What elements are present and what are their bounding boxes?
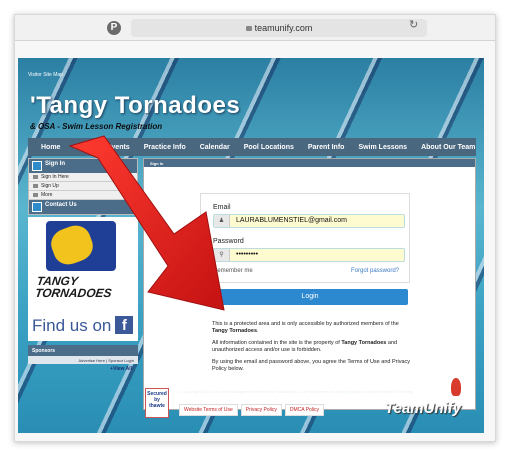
info-protected: This is a protected area and is only acc… xyxy=(212,321,399,334)
info-terms: By using the email and password above, y… xyxy=(212,359,411,372)
sidebar-item-more[interactable]: More xyxy=(29,191,137,200)
pinterest-icon[interactable]: P xyxy=(107,21,121,35)
contact-head[interactable]: Contact Us xyxy=(29,200,137,214)
top-links[interactable]: Visitor Site Map xyxy=(28,72,63,78)
team-logo: TANGY TORNADOES xyxy=(28,217,138,311)
sidebar-item-signin[interactable]: Sign In Here xyxy=(29,173,137,182)
user-icon: ♟ xyxy=(214,215,230,227)
signin-head: Sign In xyxy=(29,159,137,173)
brand-unify: Unify xyxy=(423,400,462,417)
panel-head: Sign In xyxy=(144,159,475,167)
footer-links: Website Terms of Use Privacy Policy DMCA… xyxy=(179,404,325,416)
reload-icon[interactable]: ↻ xyxy=(409,18,418,31)
info-text: This is a protected area and is only acc… xyxy=(212,321,412,378)
footer: Secured by thawte © Copyright 2018, Swim… xyxy=(143,378,476,426)
browser-toolbar: P teamunify.com ↻ xyxy=(15,15,495,41)
info-property: All information contained in the site is… xyxy=(212,340,412,354)
lock-icon xyxy=(245,26,252,31)
info-1a: This is a protected area and is only acc… xyxy=(212,321,399,327)
privacy-link[interactable]: Privacy Policy xyxy=(240,404,282,416)
email-field[interactable]: ♟ LAURABLUMENSTIEL@gmail.com xyxy=(213,214,405,228)
nav-pool-locations[interactable]: Pool Locations xyxy=(237,144,301,151)
remember-me-checkbox[interactable]: Remember me xyxy=(213,268,253,274)
info-1b: Tangy Tornadoes xyxy=(212,328,258,334)
sidebar-item-signup[interactable]: Sign Up xyxy=(29,182,137,191)
dmca-link[interactable]: DMCA Policy xyxy=(284,404,325,416)
contact-icon xyxy=(32,202,42,212)
password-field[interactable]: ⚲ ••••••••• xyxy=(213,248,405,262)
nav-swim-lessons[interactable]: Swim Lessons xyxy=(351,144,414,151)
terms-link[interactable]: Website Terms of Use xyxy=(179,404,238,416)
site-title: 'Tangy Tornadoes xyxy=(30,92,241,119)
copyright-text: © Copyright 2018, Swim Team Management P… xyxy=(179,390,415,394)
findus-text: Find us on xyxy=(32,316,112,335)
main-nav: Home News Events Practice Info Calendar … xyxy=(28,138,476,156)
teamunify-logo[interactable]: TeamUnify xyxy=(385,400,461,417)
signin-box: Sign In Sign In Here Sign Up More Contac… xyxy=(28,158,138,215)
signin-icon xyxy=(32,161,42,171)
key-icon: ⚲ xyxy=(214,249,230,261)
url-text: teamunify.com xyxy=(254,23,313,33)
address-bar[interactable]: teamunify.com xyxy=(131,19,427,37)
nav-calendar[interactable]: Calendar xyxy=(193,144,237,151)
info-2b: Tangy Tornadoes xyxy=(341,340,387,346)
logo-text: TANGY TORNADOES xyxy=(34,274,113,300)
sponsors-head: Sponsors xyxy=(28,345,138,356)
email-label: Email xyxy=(213,204,231,211)
email-value: LAURABLUMENSTIEL@gmail.com xyxy=(236,217,347,224)
nav-about[interactable]: About Our Team xyxy=(414,144,482,151)
site-subtitle: & OSA - Swim Lesson Registration xyxy=(30,122,163,131)
nav-home[interactable]: Home xyxy=(34,144,67,151)
info-2a: All information contained in the site is… xyxy=(212,340,342,346)
nav-events[interactable]: Events xyxy=(100,144,137,151)
sponsors-links[interactable]: Advertise Here | Sponsor Login xyxy=(28,356,138,364)
website: Visitor Site Map 'Tangy Tornadoes & OSA … xyxy=(18,58,484,433)
login-form: Email ♟ LAURABLUMENSTIEL@gmail.com Passwo… xyxy=(200,193,410,283)
flame-icon xyxy=(451,378,461,396)
forgot-password-link[interactable]: Forgot password? xyxy=(351,268,399,274)
sidebar: Sign In Sign In Here Sign Up More Contac… xyxy=(28,158,138,386)
contact-head-label: Contact Us xyxy=(45,202,77,208)
signin-head-label: Sign In xyxy=(45,161,65,167)
password-label: Password xyxy=(213,238,244,245)
password-value: ••••••••• xyxy=(236,251,259,258)
brand-team: Team xyxy=(385,400,424,417)
facebook-banner[interactable]: Find us on f xyxy=(28,311,138,341)
secured-badge[interactable]: Secured by thawte xyxy=(145,388,169,418)
nav-news[interactable]: News xyxy=(67,144,99,151)
signin-panel: Sign In Email ♟ LAURABLUMENSTIEL@gmail.co… xyxy=(143,158,476,410)
nav-parent-info[interactable]: Parent Info xyxy=(301,144,352,151)
facebook-icon: f xyxy=(115,316,134,334)
login-button[interactable]: Login xyxy=(212,289,408,305)
view-all-link[interactable]: +View All xyxy=(28,364,138,373)
nav-practice-info[interactable]: Practice Info xyxy=(137,144,193,151)
